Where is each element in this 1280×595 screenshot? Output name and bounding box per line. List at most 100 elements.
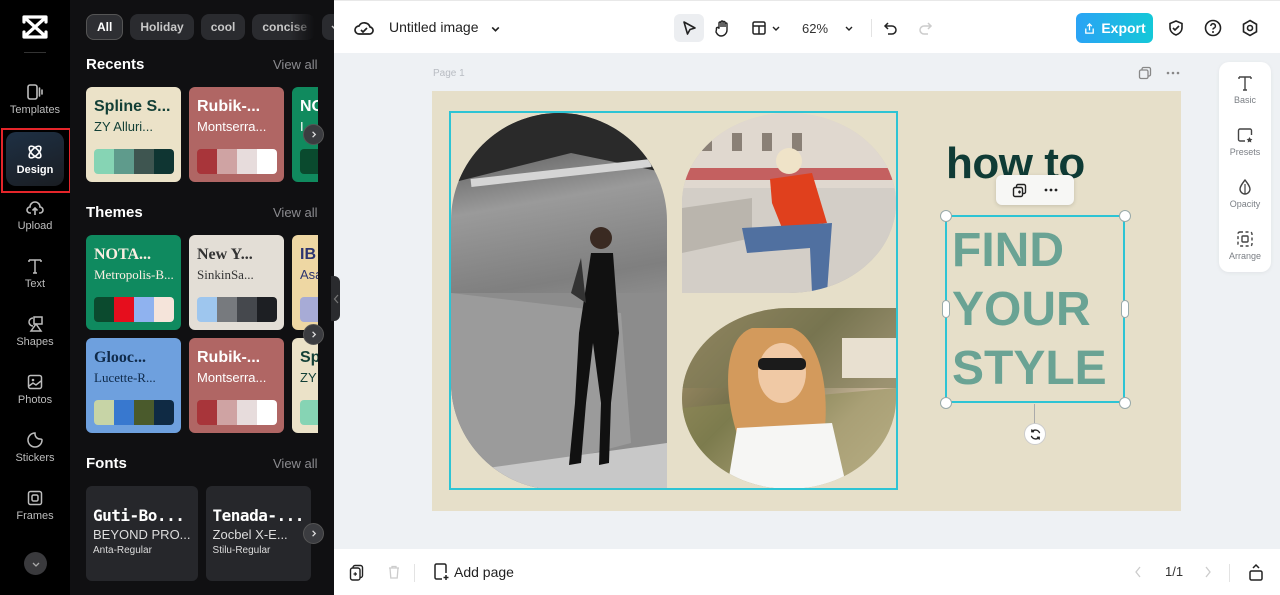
rail-item-shapes[interactable]: Shapes	[6, 304, 64, 358]
recents-next-button[interactable]	[303, 124, 324, 145]
theme-card[interactable]: NOTA... Metropolis-B...	[86, 235, 181, 330]
prop-presets[interactable]: Presets	[1219, 126, 1271, 157]
fonts-next-button[interactable]	[303, 523, 324, 544]
add-page-button[interactable]: Add page	[433, 563, 514, 581]
color-swatch	[300, 149, 318, 174]
settings-button[interactable]	[1240, 18, 1260, 38]
duplicate-page-button[interactable]	[348, 563, 364, 581]
export-button[interactable]: Export	[1076, 13, 1153, 43]
color-swatch	[237, 149, 257, 174]
capcut-logo-icon[interactable]	[21, 14, 49, 40]
fonts-view-all-link[interactable]: View all	[273, 456, 318, 471]
stickers-icon	[27, 431, 43, 448]
color-swatch	[134, 297, 154, 322]
collapse-pages-button[interactable]	[1247, 562, 1265, 582]
duplicate-icon[interactable]	[1012, 183, 1027, 198]
title-dropdown-button[interactable]	[488, 21, 502, 35]
layout-icon	[752, 21, 766, 35]
undo-button[interactable]	[880, 14, 902, 42]
layout-dropdown-button[interactable]	[746, 14, 786, 42]
chip-all[interactable]: All	[86, 14, 124, 40]
share-upload-icon	[1085, 22, 1095, 34]
color-swatch	[134, 400, 154, 425]
cloud-sync-button[interactable]	[354, 18, 374, 38]
chip-holiday[interactable]: Holiday	[130, 14, 194, 40]
duplicate-page-icon[interactable]	[1138, 66, 1152, 80]
card-title: Rubik-...	[197, 98, 261, 115]
prop-basic[interactable]: Basic	[1219, 74, 1271, 105]
color-swatches	[94, 149, 174, 174]
rail-more-button[interactable]	[24, 552, 47, 575]
themes-view-all-link[interactable]: View all	[273, 205, 318, 220]
resize-handle-top-right[interactable]	[1119, 210, 1131, 222]
resize-handle-left[interactable]	[942, 300, 950, 318]
color-swatch	[197, 400, 217, 425]
color-swatches	[94, 297, 174, 322]
theme-card[interactable]: New Y... SinkinSa...	[189, 235, 284, 330]
chevron-right-icon	[312, 530, 317, 537]
rail-item-text[interactable]: Text	[6, 246, 64, 300]
more-options-icon[interactable]	[1044, 188, 1058, 192]
prev-page-button[interactable]	[1132, 564, 1144, 580]
rail-item-templates[interactable]: Templates	[6, 72, 64, 126]
card-title: Spline S...	[94, 98, 171, 115]
color-swatch	[257, 400, 277, 425]
theme-card[interactable]: Rubik-... Montserra...	[189, 338, 284, 433]
theme-card[interactable]: Rubik-... Montserra...	[189, 87, 284, 182]
resize-handle-bottom-right[interactable]	[1119, 397, 1131, 409]
photos-icon	[27, 374, 43, 389]
themes-next-button[interactable]	[303, 324, 324, 345]
rail-item-frames[interactable]: Frames	[6, 478, 64, 532]
page-label: Page 1	[433, 68, 465, 79]
security-button[interactable]	[1166, 18, 1186, 38]
font-card[interactable]: Tenada-... Zocbel X-E... Stilu-Regular	[205, 486, 311, 581]
rotate-handle[interactable]	[1024, 423, 1046, 445]
theme-card[interactable]: Spline S... ZY Alluri...	[86, 87, 181, 182]
chip-concise[interactable]: concise	[252, 14, 316, 40]
zoom-dropdown-button[interactable]: 62%	[796, 14, 860, 42]
recents-title: Recents	[86, 56, 145, 73]
select-tool-button[interactable]	[674, 14, 704, 42]
resize-handle-bottom-left[interactable]	[940, 397, 952, 409]
card-subtitle: ZY Alluri...	[94, 119, 154, 134]
theme-card[interactable]: IB Asa	[292, 235, 318, 330]
element-floating-toolbar	[996, 175, 1074, 205]
prop-opacity[interactable]: Opacity	[1219, 178, 1271, 209]
prop-arrange[interactable]: Arrange	[1219, 230, 1271, 261]
theme-card[interactable]: Glooc... Lucette-R...	[86, 338, 181, 433]
more-options-icon[interactable]	[1166, 71, 1180, 75]
design-page[interactable]: how to FIND YOUR STYLE	[432, 91, 1181, 511]
rail-label: Photos	[17, 393, 53, 406]
color-swatch	[197, 297, 217, 322]
help-button[interactable]	[1203, 18, 1223, 38]
rail-item-upload[interactable]: Upload	[6, 188, 64, 242]
color-swatch	[257, 297, 277, 322]
font-title: Tenada-...	[212, 506, 304, 525]
next-page-button[interactable]	[1202, 564, 1214, 580]
duplicate-page-icon	[349, 564, 363, 581]
prop-label: Presets	[1229, 147, 1261, 157]
theme-card[interactable]: Sp ZY	[292, 338, 318, 433]
trash-icon	[389, 565, 399, 579]
page-count: 1/1	[1165, 564, 1184, 579]
rail-item-stickers[interactable]: Stickers	[6, 420, 64, 474]
rail-item-photos[interactable]: Photos	[6, 362, 64, 416]
chip-cool[interactable]: cool	[200, 14, 246, 40]
card-subtitle: Montserra...	[197, 119, 267, 134]
resize-handle-top-left[interactable]	[940, 210, 952, 222]
resize-handle-right[interactable]	[1121, 300, 1129, 318]
panel-collapse-handle[interactable]	[331, 276, 340, 321]
fonts-cards: Guti-Bo... BEYOND PRO... Anta-Regular Tenad…	[86, 486, 318, 581]
card-title: New Y...	[197, 246, 253, 263]
font-card[interactable]: Guti-Bo... BEYOND PRO... Anta-Regular	[86, 486, 198, 581]
delete-page-button[interactable]	[386, 563, 402, 581]
color-swatches	[300, 400, 318, 425]
text-selection-box	[945, 215, 1125, 403]
recents-view-all-link[interactable]: View all	[273, 57, 318, 72]
redo-button[interactable]	[914, 14, 936, 42]
document-title[interactable]: Untitled image	[389, 19, 479, 35]
chips-expand-button[interactable]	[322, 14, 334, 40]
hand-tool-button[interactable]	[708, 14, 738, 42]
card-subtitle: Asa	[300, 267, 318, 282]
opacity-icon	[1239, 178, 1251, 195]
